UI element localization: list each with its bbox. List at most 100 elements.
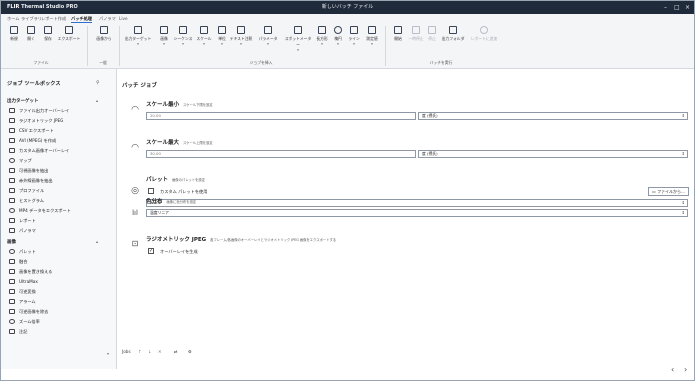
toolbox-item[interactable]: 画像を置き換える [9,267,109,276]
toolbox-item[interactable]: アラーム [9,297,109,306]
next-icon[interactable]: › [684,365,687,374]
maximize-button[interactable]: □ [674,1,680,14]
section-image[interactable]: 画像 [7,239,16,245]
toolbox-item[interactable]: パレット [9,247,109,256]
output-target-button[interactable]: 出力ターゲット ▾ [123,26,153,46]
toolbox-item[interactable]: MP4 データをエクスポート [9,206,109,215]
menu-batch[interactable]: バッチ処理 [71,14,92,23]
toolbox-item[interactable]: ヒストグラム [9,196,109,205]
line-label: ライン [348,36,360,41]
menu-report[interactable]: レポート作成 [41,14,66,23]
move-down-icon[interactable]: ↓ [148,349,152,354]
from-image-button[interactable]: 画像から [93,26,115,42]
menu-live[interactable]: Live [119,14,128,23]
close-button[interactable]: × [685,1,690,14]
delete-icon[interactable]: ✕ [158,349,162,354]
scale-icon [200,26,208,34]
toolbox-item[interactable]: UltraMax [9,277,109,286]
add-to-report-button[interactable]: レポートに追加 [469,26,499,42]
rjpeg-hint: 各フレーム/各画像のオーバーレイとラジオメトリック JPEG 画像をエクスポート… [210,238,337,242]
toolbox-item[interactable]: レポート [9,216,109,225]
output-folder-button[interactable]: 出力フォルダ [439,26,467,42]
distribution-hint: 画像に色分布を設定 [166,200,197,204]
line-icon [350,26,358,34]
parameters-button[interactable]: パラメータ ▾ [255,26,281,46]
toolbox-item[interactable]: 可逆変換 [9,287,109,296]
toolbox-item[interactable]: プロファイル [9,186,109,195]
jobs-label: Jobs [122,349,131,354]
toolbox-item[interactable]: 赤外線画像を抽出 [9,176,109,185]
chevron-down-icon[interactable]: ▾ [107,351,109,356]
folder-icon [449,26,457,34]
chevron-down-icon: ▾ [182,42,184,46]
export-button[interactable]: エクスポート [55,26,83,42]
toolbox-item-label: レポート [19,218,36,223]
ellipse-label: 楕円 [334,36,342,41]
toolbox-item[interactable]: 融合 [9,257,109,266]
toolbox-item[interactable]: カスタム画像オーバーレイ [9,146,109,155]
pin-icon[interactable]: ⚲ [96,80,100,86]
group-run-batch-label: バッチを実行 [429,60,453,65]
radiometric-icon [9,118,15,123]
toolbox-item-label: 可逆変換 [19,289,36,294]
ribbon-separator [87,26,88,66]
app-window: FLIR Thermal Studio PRO 新しいバッチ ファイル – □ … [0,0,695,381]
ribbon-separator [385,26,386,66]
swap-icon[interactable]: ⇄ [174,349,178,354]
toolbox-item[interactable]: ズーム倍率 [9,317,109,326]
palette-icon [9,249,15,254]
toolbox-item[interactable]: 可逆画像を除去 [9,307,109,316]
image-label: 画像 [160,36,168,41]
csv-icon [9,128,15,133]
generate-overlay-checkbox[interactable]: ✓ [148,248,154,254]
target-icon [134,26,142,34]
radiometric-jpeg-icon: ⊡ [131,239,139,248]
minimize-button[interactable]: – [664,1,667,14]
scale-label: スケール [196,36,212,41]
toolbox-item[interactable]: ファイル出力オーバーレイ [9,106,109,115]
toolbox-item[interactable]: 注記 [9,327,109,336]
menu-panorama[interactable]: パノラマ [99,14,116,23]
toolbox-item[interactable]: CSV エクスポート [9,126,109,135]
title-bar: FLIR Thermal Studio PRO 新しいバッチ ファイル – □ … [1,1,694,14]
remove-icon [9,309,15,314]
toolbox-item-label: パノラマ [19,228,36,233]
toolbox-title: ジョブ ツールボックス [7,81,61,87]
start-label: 開始 [394,36,402,41]
chevron-up-icon[interactable]: ▴ [96,239,98,244]
chevron-up-icon[interactable]: ▴ [96,98,98,103]
mp4-icon [9,208,15,213]
spotmeter-button[interactable]: スポットメーター ▾ [283,26,313,52]
text-annotation-button[interactable]: テキスト注釈 ▾ [227,26,255,46]
toolbox-item[interactable]: マップ [9,156,109,165]
sidebar-scrollbar[interactable]: ▾ [107,97,110,367]
measurement-icon [368,26,376,34]
video-icon [9,138,15,143]
toolbox-item[interactable]: AVI (MPEG) を作成 [9,136,109,145]
job-toolbox: ジョブ ツールボックス ⚲ 出力ターゲット ▴ ファイル出力オーバーレイ ラジオ… [1,69,117,369]
toolbox-item-label: MP4 データをエクスポート [19,208,71,213]
ellipse-icon [334,26,342,34]
toolbox-item[interactable]: 可視画像を抽出 [9,166,109,175]
menu-library[interactable]: ライブラリ [21,14,42,23]
settings-icon[interactable]: ⚙ [188,349,192,354]
menu-home[interactable]: ホーム [7,14,19,23]
rjpeg-title: ラジオメトリック JPEG 各フレーム/各画像のオーバーレイとラジオメトリック J… [146,235,336,243]
add-icon [480,26,488,34]
distribution-select[interactable]: 温度リニア ⇕ [146,209,688,217]
toolbox-item[interactable]: パノラマ [9,226,109,235]
section-output-target[interactable]: 出力ターゲット [7,98,39,104]
sequence-button[interactable]: シーケンス ▾ [171,26,195,46]
toolbox-item-label: 注記 [19,329,28,334]
output-folder-label: 出力フォルダ [441,36,465,41]
distribution-value: 温度リニア [150,210,169,215]
move-up-icon[interactable]: ↑ [138,349,142,354]
measurement-button[interactable]: 測定値 ▾ [361,26,383,46]
toolbox-item-label: アラーム [19,299,36,304]
zoom-icon [9,319,15,324]
overlay-icon [9,108,15,113]
annotation-icon [237,26,245,34]
text-annotation-label: テキスト注釈 [229,36,253,41]
previous-icon[interactable]: ‹ [671,365,674,374]
toolbox-item[interactable]: ラジオメトリック JPEG [9,116,109,125]
